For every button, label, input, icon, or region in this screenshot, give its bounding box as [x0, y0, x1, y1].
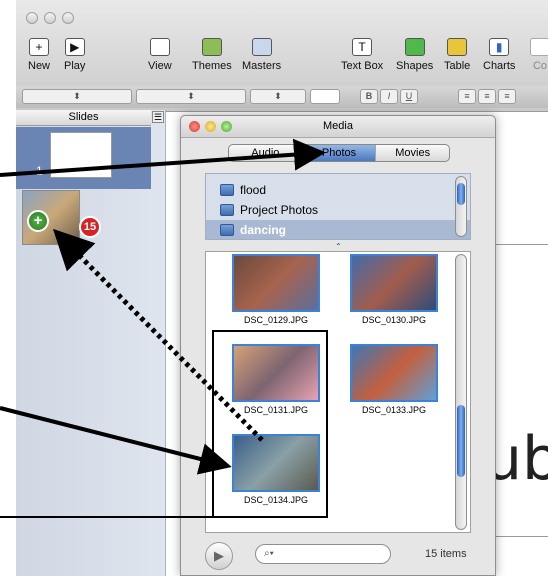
zoom-icon[interactable]: [221, 121, 232, 132]
slide-thumbnail[interactable]: [50, 132, 112, 178]
shapes-button[interactable]: Shapes: [396, 38, 433, 72]
plus-icon: +: [29, 38, 49, 56]
search-input[interactable]: ⌕▾: [255, 544, 391, 564]
minimize-window-button[interactable]: [44, 12, 56, 24]
folder-icon: [220, 184, 234, 196]
photo-item[interactable]: DSC_0129.JPG: [232, 254, 320, 325]
album-flood[interactable]: flood: [206, 180, 470, 200]
text-box-button[interactable]: T Text Box: [341, 38, 383, 72]
table-button[interactable]: Table: [444, 38, 470, 72]
drag-count-badge: 15: [79, 216, 101, 238]
photo-thumbnail: [350, 254, 438, 312]
tab-audio[interactable]: Audio: [229, 145, 303, 161]
photo-item[interactable]: DSC_0130.JPG: [350, 254, 438, 325]
media-title-bar: Media: [181, 116, 495, 138]
minimize-icon[interactable]: [205, 121, 216, 132]
media-type-tabs: Audio Photos Movies: [228, 144, 450, 162]
photo-item[interactable]: DSC_0133.JPG: [350, 344, 438, 415]
slide-view-toggle[interactable]: ☰: [152, 111, 164, 123]
tab-movies[interactable]: Movies: [376, 145, 449, 161]
close-icon[interactable]: [189, 121, 200, 132]
align-left-button[interactable]: ≡: [458, 89, 476, 104]
masters-button[interactable]: Masters: [242, 38, 281, 72]
zoom-window-button[interactable]: [62, 12, 74, 24]
themes-button[interactable]: Themes: [192, 38, 232, 72]
media-title: Media: [323, 120, 353, 132]
album-scrollbar[interactable]: [455, 176, 467, 237]
album-dancing[interactable]: dancing: [206, 220, 470, 239]
splitter-handle[interactable]: ⌃: [335, 242, 342, 251]
slide-navigator: Slides 1 ☰: [16, 110, 166, 576]
new-slide-button[interactable]: + New: [28, 38, 50, 72]
shapes-icon: [404, 38, 425, 56]
play-button[interactable]: ▶ Play: [64, 38, 85, 72]
photo-thumbnail: [232, 254, 320, 312]
album-project-photos[interactable]: Project Photos: [206, 200, 470, 220]
slide-number: 1: [36, 164, 43, 178]
add-icon: +: [27, 210, 49, 232]
slides-header: Slides: [16, 110, 151, 126]
underline-button[interactable]: U: [400, 89, 418, 104]
folder-icon: [220, 204, 234, 216]
slide-canvas-divider: [492, 244, 548, 245]
bold-button[interactable]: B: [360, 89, 378, 104]
media-bottom-bar: ▶ ⌕▾ 15 items: [193, 536, 485, 572]
view-icon: [149, 38, 170, 56]
tab-photos[interactable]: Photos: [302, 145, 377, 161]
photo-scroll-knob[interactable]: [457, 405, 465, 477]
slide-canvas-divider-bottom: [492, 536, 548, 537]
charts-button[interactable]: ▮ Charts: [483, 38, 515, 72]
align-center-button[interactable]: ≡: [478, 89, 496, 104]
align-right-button[interactable]: ≡: [498, 89, 516, 104]
folder-icon: [220, 224, 234, 236]
themes-icon: [201, 38, 222, 56]
format-bar: ⬍ ⬍ ⬍ B I U ≡ ≡ ≡: [16, 86, 548, 108]
text-box-icon: T: [352, 38, 373, 56]
table-icon: [447, 38, 468, 56]
close-window-button[interactable]: [26, 12, 38, 24]
photo-scrollbar[interactable]: [455, 254, 467, 530]
font-popup[interactable]: ⬍: [136, 89, 246, 104]
album-list: flood Project Photos dancing: [205, 173, 471, 240]
style-popup[interactable]: ⬍: [22, 89, 132, 104]
play-icon: ▶: [64, 38, 85, 56]
items-count: 15 items: [425, 548, 467, 560]
color-well[interactable]: [310, 89, 340, 104]
masters-icon: [251, 38, 272, 56]
selection-rectangle: [212, 330, 328, 518]
album-scroll-knob[interactable]: [457, 183, 465, 205]
italic-button[interactable]: I: [380, 89, 398, 104]
charts-icon: ▮: [489, 38, 510, 56]
callout-line: [0, 516, 212, 518]
photo-thumbnail: [350, 344, 438, 402]
comment-icon: [530, 38, 548, 56]
search-icon: ⌕▾: [264, 548, 274, 559]
play-icon[interactable]: ▶: [205, 542, 233, 570]
view-menu-button[interactable]: View: [148, 38, 172, 72]
comments-button[interactable]: Co: [530, 38, 548, 72]
size-popup[interactable]: ⬍: [250, 89, 306, 104]
